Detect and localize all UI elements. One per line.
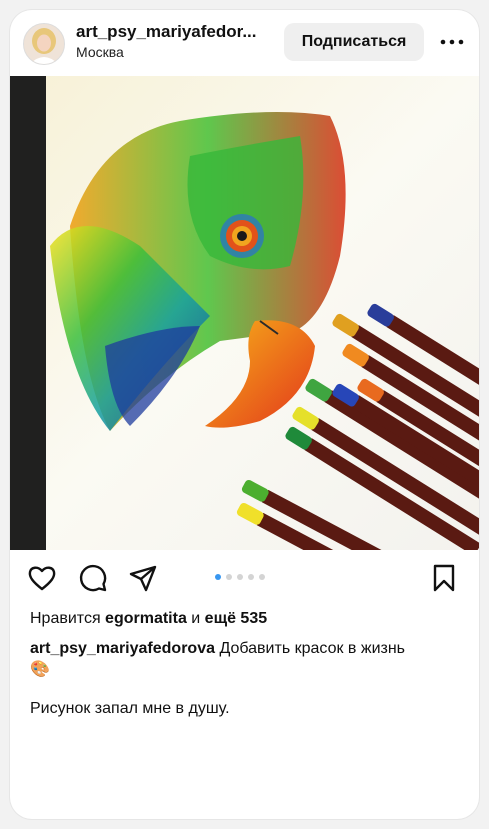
carousel-dot	[237, 574, 243, 580]
follow-button[interactable]: Подписаться	[284, 23, 424, 61]
comment-icon	[79, 564, 107, 592]
likes-line: Нравится egormatita и ещё 535	[30, 610, 267, 628]
like-button[interactable]	[27, 563, 57, 593]
post-actions	[10, 550, 479, 604]
caption-text: Добавить красок в жизнь	[219, 640, 406, 657]
save-button[interactable]	[429, 563, 459, 593]
liked-by-user[interactable]: egormatita	[105, 610, 187, 627]
post-image[interactable]	[10, 76, 479, 550]
avatar[interactable]	[23, 23, 65, 65]
likes-prefix: Нравится	[30, 610, 106, 627]
likes-others[interactable]: ещё 535	[205, 610, 267, 627]
share-button[interactable]	[128, 563, 158, 593]
carousel-dot	[226, 574, 232, 580]
caption-username[interactable]: art_psy_mariyafedorova	[30, 640, 215, 657]
caption: art_psy_mariyafedorova Добавить красок в…	[30, 638, 462, 680]
carousel-dot	[248, 574, 254, 580]
username[interactable]: art_psy_mariyafedor...	[76, 22, 276, 42]
more-icon	[440, 39, 464, 45]
location[interactable]: Москва	[76, 44, 276, 60]
carousel-dot	[215, 574, 221, 580]
carousel-indicator	[215, 574, 265, 580]
comment-button[interactable]	[78, 563, 108, 593]
share-icon	[129, 565, 157, 592]
user-info: art_psy_mariyafedor... Москва	[76, 22, 276, 60]
post-header: art_psy_mariyafedor... Москва Подписатьс…	[10, 10, 479, 76]
bookmark-icon	[433, 564, 455, 592]
heart-icon	[28, 566, 56, 591]
comment-text: Рисунок запал мне в душу.	[30, 700, 230, 717]
more-options-button[interactable]	[434, 23, 470, 61]
carousel-dot	[259, 574, 265, 580]
post-card: art_psy_mariyafedor... Москва Подписатьс…	[10, 10, 479, 819]
palette-emoji: 🎨	[30, 661, 50, 678]
likes-middle: и	[186, 610, 205, 627]
